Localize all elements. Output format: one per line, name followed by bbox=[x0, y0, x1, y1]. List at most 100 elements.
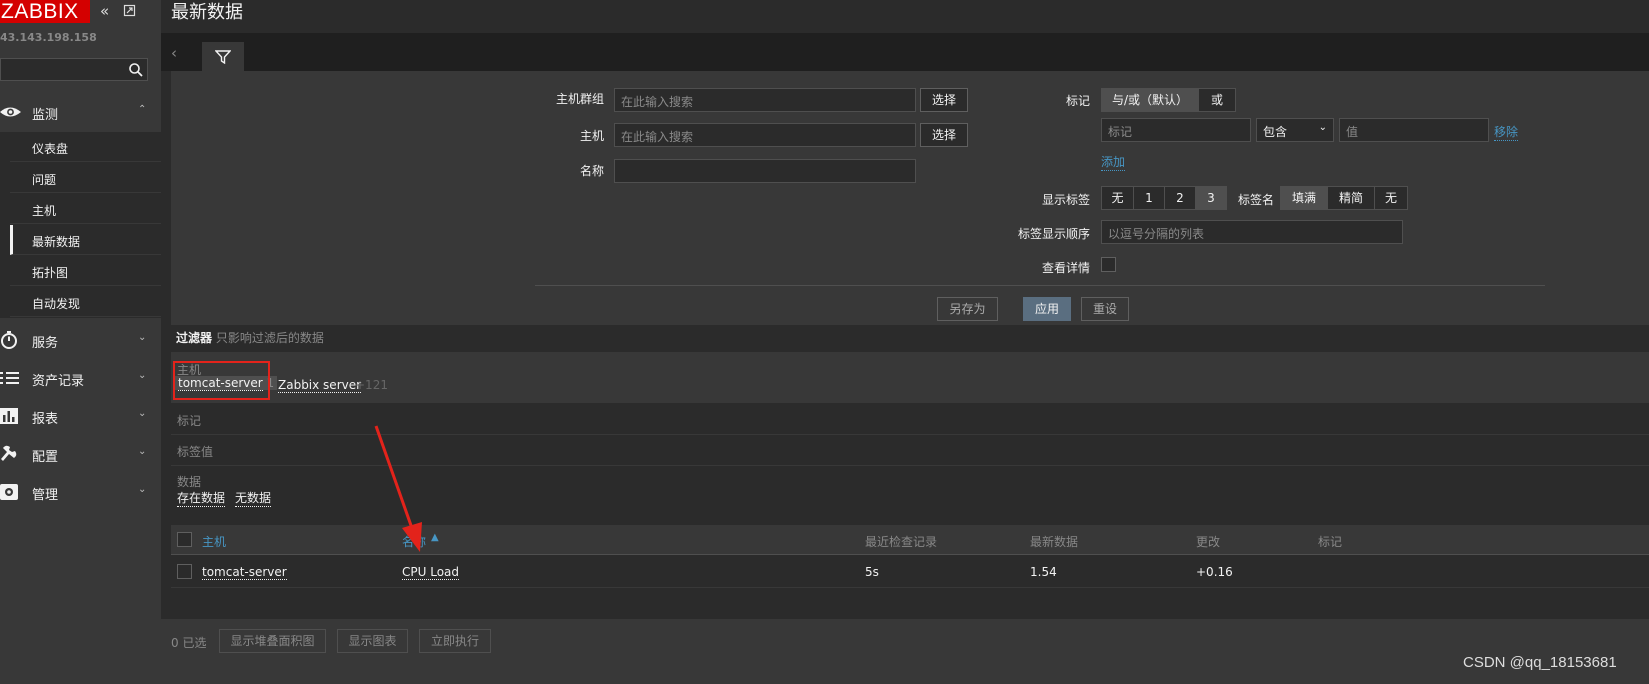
sidebar-item-maps[interactable]: 拓扑图 bbox=[10, 256, 161, 286]
column-change: 更改 bbox=[1196, 535, 1221, 549]
chevron-down-icon: ⌄ bbox=[138, 332, 147, 343]
sidebar-item-label: 主机 bbox=[32, 204, 57, 218]
tags-mode-toggle: 与/或（默认） 或 bbox=[1101, 88, 1236, 112]
menu-configuration[interactable]: 配置 ⌄ bbox=[0, 435, 161, 473]
chevron-left-icon[interactable]: ‹ bbox=[171, 44, 177, 62]
menu-inventory[interactable]: 资产记录 ⌄ bbox=[0, 359, 161, 397]
tag-operator-value: 包含 bbox=[1263, 125, 1288, 139]
host-group-label: 主机群组 bbox=[555, 92, 604, 106]
save-as-button[interactable]: 另存为 bbox=[937, 297, 998, 321]
show-tags-toggle: 无 1 2 3 bbox=[1101, 186, 1227, 210]
menu-administration-label: 管理 bbox=[32, 488, 59, 503]
monitoring-submenu: 仪表盘 问题 主机 最新数据 拓扑图 自动发现 bbox=[0, 132, 161, 318]
row-last-check: 5s bbox=[865, 565, 879, 579]
show-tags-2[interactable]: 2 bbox=[1165, 187, 1196, 209]
select-all-checkbox[interactable] bbox=[177, 532, 192, 547]
host-input[interactable]: 在此输入搜索 bbox=[614, 123, 916, 147]
menu-monitoring-label: 监测 bbox=[32, 108, 59, 123]
menu-services-label: 服务 bbox=[32, 336, 59, 351]
host-label: 主机 bbox=[579, 129, 604, 143]
wrench-icon bbox=[0, 444, 22, 464]
menu-reports-label: 报表 bbox=[32, 412, 59, 427]
row-host-link[interactable]: tomcat-server bbox=[202, 565, 287, 580]
eye-icon bbox=[0, 102, 22, 122]
table-row: tomcat-server CPU Load 5s 1.54 +0.16 bbox=[171, 556, 1649, 588]
sidebar-item-hosts[interactable]: 主机 bbox=[10, 194, 161, 224]
sidebar-search-input[interactable] bbox=[0, 58, 148, 81]
kiosk-mode-icon[interactable] bbox=[123, 3, 136, 21]
search-icon[interactable] bbox=[128, 62, 144, 78]
show-tags-1[interactable]: 1 bbox=[1134, 187, 1165, 209]
facet-caption-title: 过滤器 bbox=[176, 331, 213, 345]
annotation-arrow bbox=[374, 425, 422, 552]
tag-name-full[interactable]: 填满 bbox=[1281, 187, 1328, 209]
tag-name-toggle: 填满 精简 无 bbox=[1280, 186, 1408, 210]
column-tags: 标记 bbox=[1318, 535, 1343, 549]
menu-services[interactable]: 服务 ⌄ bbox=[0, 321, 161, 359]
tag-order-input[interactable]: 以逗号分隔的列表 bbox=[1101, 220, 1403, 244]
reset-button[interactable]: 重设 bbox=[1081, 297, 1129, 321]
chevron-down-icon: ⌄ bbox=[138, 484, 147, 495]
host-group-input[interactable]: 在此输入搜索 bbox=[614, 88, 916, 112]
row-item-name-link[interactable]: CPU Load bbox=[402, 565, 459, 580]
tag-operator-select[interactable]: 包含 ⌄ bbox=[1256, 118, 1334, 142]
column-last-value: 最新数据 bbox=[1030, 535, 1079, 549]
list-icon bbox=[0, 368, 22, 388]
tab-filter[interactable] bbox=[202, 42, 244, 72]
show-tags-3[interactable]: 3 bbox=[1196, 187, 1226, 209]
facet-caption: 过滤器 只影响过滤后的数据 bbox=[176, 329, 324, 346]
facet-data-label: 数据 bbox=[177, 475, 202, 489]
stacked-graph-button[interactable]: 显示堆叠面积图 bbox=[219, 629, 326, 653]
facet-data-without[interactable]: 无数据 bbox=[235, 489, 272, 507]
sidebar-item-discovery[interactable]: 自动发现 bbox=[10, 287, 161, 317]
tags-mode-and-or[interactable]: 与/或（默认） bbox=[1102, 89, 1199, 111]
show-details-checkbox[interactable] bbox=[1101, 257, 1116, 272]
sidebar: ZABBIX « 43.143.198.158 监测 ⌃ 仪表盘 问题 主机 最… bbox=[0, 0, 161, 684]
tag-value-input[interactable]: 值 bbox=[1339, 118, 1489, 142]
selected-count: 0 已选 bbox=[171, 636, 207, 650]
menu-monitoring[interactable]: 监测 ⌃ bbox=[0, 93, 161, 131]
double-chevron-left-icon[interactable]: « bbox=[100, 2, 109, 20]
facet-row-hosts: 主机 tomcat-server 1 Zabbix server +121 bbox=[171, 352, 1649, 403]
tag-name-none[interactable]: 无 bbox=[1375, 187, 1407, 209]
chevron-down-icon: ⌄ bbox=[138, 408, 147, 419]
facet-data-with[interactable]: 存在数据 bbox=[177, 489, 226, 507]
tag-name-input[interactable]: 标记 bbox=[1101, 118, 1251, 142]
show-graph-button[interactable]: 显示图表 bbox=[337, 629, 408, 653]
facet-tag-values-label: 标签值 bbox=[177, 445, 214, 459]
csdn-watermark: CSDN @qq_18153681 bbox=[1463, 654, 1617, 671]
menu-reports[interactable]: 报表 ⌄ bbox=[0, 397, 161, 435]
tag-remove-link[interactable]: 移除 bbox=[1494, 123, 1519, 141]
annotation-highlight-box bbox=[173, 361, 270, 400]
server-name: 43.143.198.158 bbox=[0, 31, 97, 44]
menu-administration[interactable]: 管理 ⌄ bbox=[0, 473, 161, 511]
tags-mode-or[interactable]: 或 bbox=[1199, 89, 1235, 111]
chevron-down-icon: ⌄ bbox=[138, 446, 147, 457]
host-group-select-button[interactable]: 选择 bbox=[920, 88, 968, 112]
host-select-button[interactable]: 选择 bbox=[920, 123, 968, 147]
row-checkbox[interactable] bbox=[177, 564, 192, 579]
row-change: +0.16 bbox=[1196, 565, 1233, 579]
name-input[interactable] bbox=[614, 159, 916, 183]
show-tags-none[interactable]: 无 bbox=[1102, 187, 1134, 209]
apply-button[interactable]: 应用 bbox=[1023, 297, 1071, 321]
column-host[interactable]: 主机 bbox=[202, 533, 226, 550]
filter-icon bbox=[215, 50, 231, 64]
execute-now-button[interactable]: 立即执行 bbox=[419, 629, 491, 653]
sidebar-item-label: 自动发现 bbox=[32, 297, 81, 311]
chevron-up-icon: ⌃ bbox=[138, 104, 147, 115]
facet-host-more[interactable]: +121 bbox=[355, 378, 388, 392]
sidebar-item-latest-data[interactable]: 最新数据 bbox=[10, 225, 161, 255]
name-label: 名称 bbox=[579, 164, 604, 178]
zabbix-logo[interactable]: ZABBIX bbox=[0, 0, 90, 23]
sidebar-item-dashboard[interactable]: 仪表盘 bbox=[10, 132, 161, 162]
sidebar-item-label: 拓扑图 bbox=[32, 266, 69, 280]
tag-name-short[interactable]: 精简 bbox=[1328, 187, 1375, 209]
tags-label: 标记 bbox=[1065, 94, 1090, 108]
tag-add-link[interactable]: 添加 bbox=[1101, 153, 1126, 171]
row-last-value: 1.54 bbox=[1030, 565, 1057, 579]
sidebar-item-label: 仪表盘 bbox=[32, 142, 69, 156]
facet-host-zabbix[interactable]: Zabbix server bbox=[278, 378, 362, 393]
sidebar-item-problems[interactable]: 问题 bbox=[10, 163, 161, 193]
filter-tabbar bbox=[161, 33, 1649, 71]
